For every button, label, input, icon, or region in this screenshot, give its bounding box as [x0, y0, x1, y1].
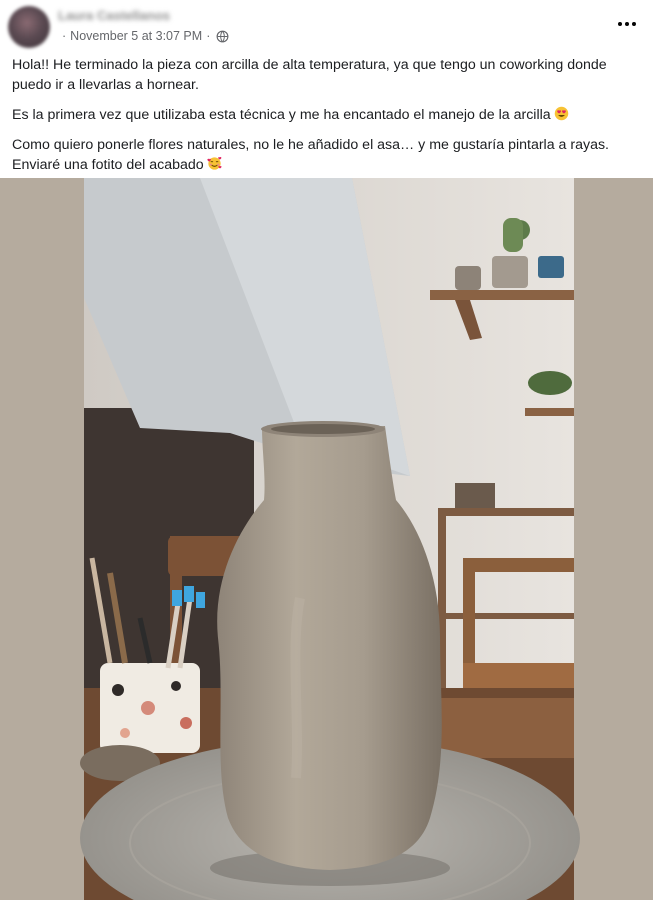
more-dot	[625, 22, 629, 26]
globe-icon[interactable]	[216, 30, 229, 43]
heart-eyes-emoji	[554, 106, 568, 121]
post-header: Laura Castellanos · November 5 at 3:07 P…	[0, 0, 653, 50]
meta-separator: ·	[62, 29, 67, 43]
more-horizontal-icon	[618, 22, 622, 26]
paragraph-text: Hola!! He terminado la pieza con arcilla…	[12, 57, 607, 93]
photo-image	[0, 178, 653, 900]
more-options-button[interactable]	[613, 12, 641, 36]
post-message: Hola!! He terminado la pieza con arcilla…	[12, 55, 642, 185]
post-paragraph-2: Es la primera vez que utilizaba esta téc…	[12, 105, 642, 125]
paragraph-text: Como quiero ponerle flores naturales, no…	[12, 137, 610, 173]
post-timestamp[interactable]: November 5 at 3:07 PM	[70, 29, 202, 43]
post-paragraph-3: Como quiero ponerle flores naturales, no…	[12, 135, 642, 175]
post-paragraph-1: Hola!! He terminado la pieza con arcilla…	[12, 55, 642, 95]
smiling-face-with-hearts-emoji	[207, 157, 222, 170]
meta-separator-2: ·	[206, 29, 211, 43]
facebook-post: Laura Castellanos · November 5 at 3:07 P…	[0, 0, 653, 900]
more-dot	[632, 22, 636, 26]
author-name[interactable]: Laura Castellanos	[58, 8, 170, 23]
clay-vase-photo[interactable]	[0, 178, 653, 900]
post-meta: · November 5 at 3:07 PM ·	[58, 29, 229, 43]
author-avatar[interactable]	[8, 6, 50, 48]
paragraph-text: Es la primera vez que utilizaba esta téc…	[12, 107, 551, 123]
